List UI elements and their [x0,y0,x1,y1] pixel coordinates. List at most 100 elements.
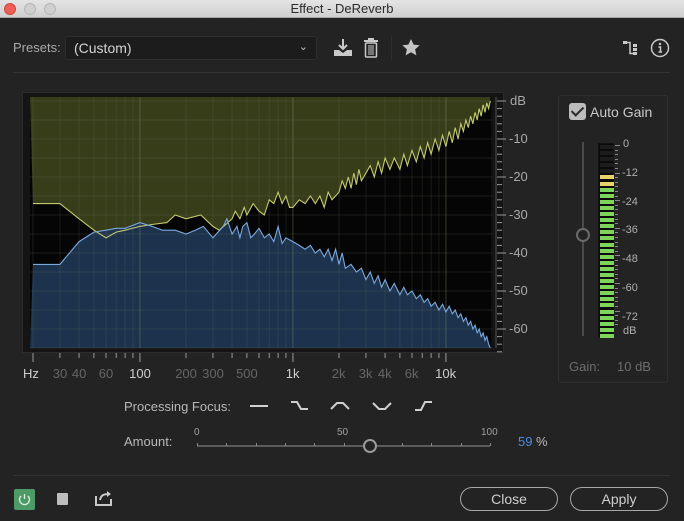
meter-segment [600,157,614,162]
meter-segment [600,169,614,174]
auto-gain-checkbox[interactable] [569,103,586,120]
focus-low-button[interactable] [288,398,312,414]
export-icon[interactable] [94,489,114,507]
x-tick-label: 6k [404,366,419,381]
amount-tick [343,443,345,446]
stop-button[interactable] [57,493,68,505]
meter-segment [600,212,614,217]
x-tick-label: 1k [285,366,300,381]
gain-value: 10 dB [617,359,651,374]
amount-tick [431,443,433,446]
meter-tick [615,218,618,220]
amount-slider-thumb[interactable] [362,439,377,453]
x-tick-label: 30 [52,366,68,381]
presets-dropdown[interactable]: (Custom) ⌄ [65,36,317,60]
power-toggle-button[interactable] [14,489,35,510]
meter-segment [600,236,614,241]
meter-segment [600,333,614,338]
meter-segment [600,291,614,296]
presets-value: (Custom) [74,40,132,56]
trash-icon[interactable] [362,37,380,59]
meter-segment [600,303,614,308]
meter-scale-label: -24 [622,195,638,208]
y-tick-label: -50 [509,283,528,298]
meter-tick [615,191,618,192]
meter-tick [615,223,618,225]
meter-segment [600,181,614,186]
meter-segment [600,175,614,180]
meter-tick [615,306,618,307]
auto-gain-label: Auto Gain [590,104,653,120]
focus-mid-button[interactable] [329,398,353,414]
meter-segment [600,205,614,210]
presets-label: Presets: [13,40,61,55]
x-tick-label: 500 [236,366,258,381]
meter-tick [615,181,618,183]
meter-tick [615,177,618,179]
meter-tick [615,227,620,229]
meter-tick [615,292,618,294]
amount-value[interactable]: 59 [518,434,532,449]
meter-tick [615,264,618,266]
amount-label: Amount: [124,434,173,449]
info-icon[interactable] [650,38,670,58]
meter-tick [615,232,618,234]
level-meter [598,143,614,338]
meter-tick [615,168,618,169]
x-tick-label: 2k [331,366,346,381]
meter-tick [615,319,618,321]
meter-tick [615,214,618,215]
meter-tick [615,283,620,284]
meter-tick [615,315,618,317]
meter-segment [600,254,614,259]
meter-tick [615,246,618,248]
meter-tick [615,204,618,206]
processing-focus-label: Processing Focus: [124,399,231,414]
meter-tick [615,145,620,146]
amount-tick [314,443,316,446]
meter-segment [600,266,614,271]
meter-tick [615,200,620,202]
favorite-star-icon[interactable] [401,38,421,57]
save-preset-icon[interactable] [332,37,354,59]
amount-unit: % [536,434,548,449]
meter-tick [615,324,618,326]
meter-scale-label: dB [623,325,637,337]
meter-segment [600,151,614,156]
amount-tick [402,443,404,446]
title-bar: Effect - DeReverb [0,0,684,18]
meter-tick [615,296,618,298]
header-divider [13,72,670,73]
amount-tick [197,443,198,446]
meter-scale-label: -36 [622,224,638,237]
amount-tick [460,443,462,446]
spectrum-graph [22,92,504,353]
meter-tick [615,255,620,257]
y-tick-label: -30 [509,207,528,222]
amount-scale-mid: 50 [337,427,349,438]
meter-segment [600,199,614,204]
meter-segment [600,272,614,277]
close-button[interactable]: Close [460,487,558,511]
routing-icon[interactable] [622,39,640,57]
footer-divider [13,475,670,476]
x-tick-label: 4k [377,366,392,381]
meter-tick [615,209,618,211]
gain-slider-thumb[interactable] [576,228,590,242]
meter-segment [600,321,614,326]
amount-tick [490,443,491,446]
amount-tick [255,443,257,446]
meter-segment [600,193,614,198]
meter-scale-label: -12 [622,166,638,179]
focus-high-button[interactable] [412,398,436,414]
meter-segment [600,315,614,320]
meter-tick [615,310,620,312]
meter-tick [615,273,618,275]
y-tick-label: -40 [509,245,528,260]
meter-tick [615,149,618,151]
focus-flat-button[interactable] [248,398,272,414]
x-tick-label: 100 [129,366,151,381]
apply-button[interactable]: Apply [570,487,668,511]
focus-mid-cut-button[interactable] [371,398,395,414]
x-tick-label: 40 [71,366,87,381]
